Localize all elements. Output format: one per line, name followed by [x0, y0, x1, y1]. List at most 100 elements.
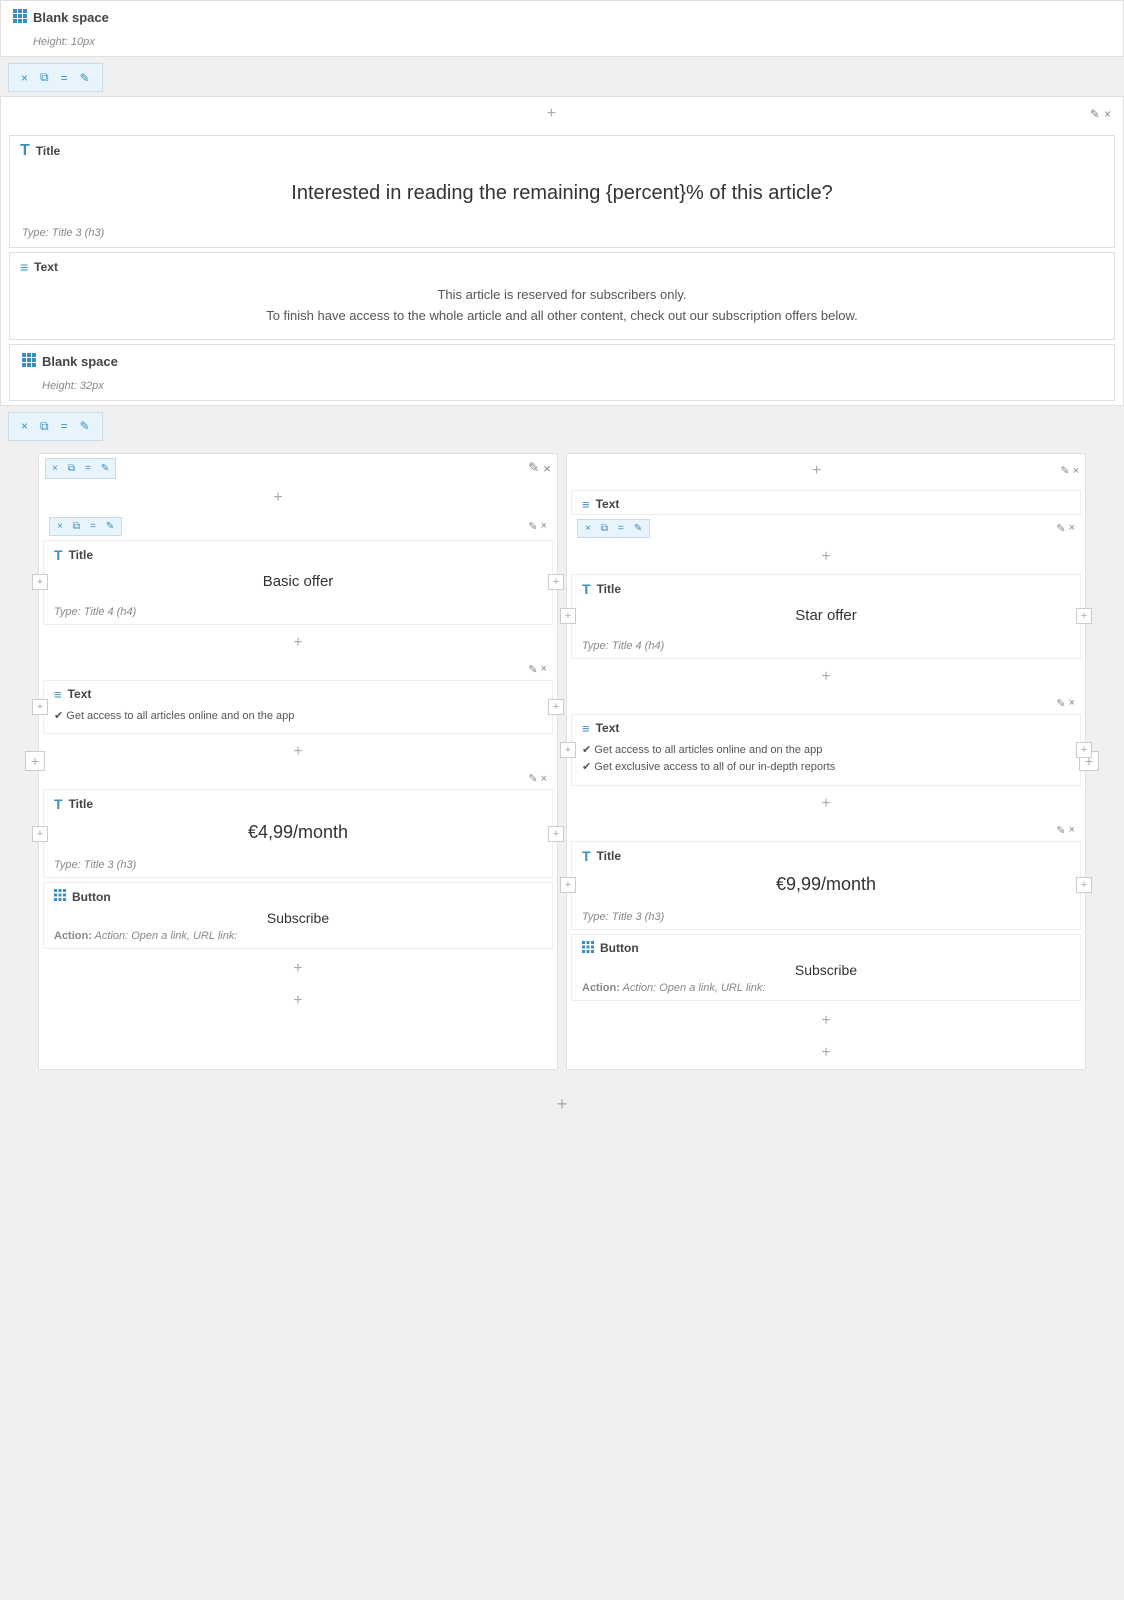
left-text-block: + + ≡ Text ✔ Get access to all articles … — [43, 680, 553, 735]
price-del-btn-left[interactable]: × — [541, 772, 547, 785]
add-bottom-2-left[interactable]: + — [293, 988, 302, 1014]
side-add-right-title[interactable]: + — [548, 574, 564, 590]
add-after-title-right[interactable]: + — [821, 664, 830, 690]
move-button-2[interactable]: = — [57, 417, 72, 436]
right-col-del-btn[interactable]: × — [1073, 464, 1079, 477]
move-button-1[interactable]: = — [57, 68, 72, 87]
add-right-inner[interactable]: + — [821, 544, 830, 570]
title-block-content: Interested in reading the remaining {per… — [50, 182, 1074, 205]
inner-copy-left[interactable]: ⧉ — [69, 519, 84, 534]
right-text-edit-btn[interactable]: ✎ — [1056, 697, 1065, 710]
left-price-type: Type: Title 3 (h3) — [44, 859, 552, 877]
edit-button-2[interactable]: ✎ — [76, 417, 94, 436]
add-after-title-left[interactable]: + — [293, 630, 302, 656]
blank-space-height-bottom: Height: 32px — [10, 378, 1114, 400]
right-column: + + ✎ × ≡ Text × ⧉ — [566, 453, 1086, 1070]
left-text-content: ✔ Get access to all articles online and … — [54, 708, 542, 726]
two-col-section: + × ⧉ = ✎ ✎ × + — [0, 445, 1124, 1078]
x-button-2[interactable]: × — [17, 417, 32, 436]
right-button-block: Button Subscribe Action: Action: Open a … — [571, 934, 1081, 1001]
right-inner-edit[interactable]: ✎ — [630, 521, 646, 536]
inner-edit-left[interactable]: ✎ — [102, 519, 118, 534]
text-block-line2: To finish have access to the whole artic… — [50, 306, 1074, 327]
right-price-type: Type: Title 3 (h3) — [572, 911, 1080, 929]
side-add-left-btn[interactable]: + — [25, 751, 45, 771]
add-bottom-2-right[interactable]: + — [821, 1040, 830, 1066]
edit-button-1[interactable]: ✎ — [76, 68, 94, 87]
left-title-type: Type: Title 4 (h4) — [44, 606, 552, 624]
side-add-right-text[interactable]: + — [548, 699, 564, 715]
side-add-right-right-title[interactable]: + — [1076, 608, 1092, 624]
right-price-del-btn[interactable]: × — [1069, 824, 1075, 837]
add-plus-right-top[interactable]: + — [812, 458, 821, 484]
left-btn-block-label: Button — [72, 890, 111, 904]
col-del-icon-left[interactable]: × — [543, 460, 551, 476]
x-button-1[interactable]: × — [17, 68, 32, 87]
text-block-main: ≡ Text This article is reserved for subs… — [9, 252, 1115, 340]
side-add-left-price[interactable]: + — [32, 826, 48, 842]
add-bottom-1-right[interactable]: + — [821, 1008, 830, 1034]
right-price-T: T — [582, 848, 591, 864]
right-inner-edit-btn[interactable]: ✎ — [1056, 522, 1065, 535]
right-action-label: Action: Action: Open a link, URL link: — [572, 982, 1080, 1000]
col-edit-icon-left[interactable]: ✎ — [528, 460, 539, 476]
bottom-add-row: + — [0, 1078, 1124, 1131]
copy-button-1[interactable]: ⧉ — [36, 68, 53, 87]
side-add-right-right-text[interactable]: + — [1076, 742, 1092, 758]
inner-x-left[interactable]: × — [53, 519, 67, 534]
blank-space-height-top: Height: 10px — [1, 34, 1123, 56]
title-T-icon: T — [20, 142, 30, 160]
add-plus-top[interactable]: + — [547, 101, 556, 127]
right-inner-move[interactable]: = — [614, 521, 628, 536]
blank-space-block-top: Blank space Height: 10px — [0, 0, 1124, 57]
col-copy-btn-left[interactable]: ⧉ — [64, 461, 79, 476]
text-edit-btn-left[interactable]: ✎ — [528, 663, 537, 676]
right-col-edit-btn[interactable]: ✎ — [1060, 464, 1069, 477]
right-price-label: Title — [597, 849, 621, 863]
left-price-block: + + T Title €4,99/month Type: Title 3 (h… — [43, 789, 553, 878]
left-btn-grid-icon — [54, 889, 66, 904]
side-add-right-right-price[interactable]: + — [1076, 877, 1092, 893]
add-after-text-left[interactable]: + — [293, 739, 302, 765]
add-bottom-1-left[interactable]: + — [293, 956, 302, 982]
right-btn-block-label: Button — [600, 941, 639, 955]
left-price-label: Title — [69, 797, 93, 811]
right-text-block-top: ≡ Text — [571, 490, 1081, 515]
text-del-btn-left[interactable]: × — [541, 663, 547, 676]
right-inner-del-btn[interactable]: × — [1069, 522, 1075, 535]
right-title-block: + + T Title Star offer Type: Title 4 (h4… — [571, 574, 1081, 659]
side-add-left-title[interactable]: + — [32, 574, 48, 590]
bottom-add-btn[interactable]: + — [557, 1090, 568, 1119]
right-inner-copy[interactable]: ⧉ — [597, 521, 612, 536]
left-action-label: Action: Action: Open a link, URL link: — [44, 930, 552, 948]
col-edit-btn-left[interactable]: ✎ — [97, 461, 113, 476]
col-x-btn-left[interactable]: × — [48, 461, 62, 476]
right-btn-grid-icon — [582, 941, 594, 956]
inner-edit-btn-left[interactable]: ✎ — [528, 520, 537, 533]
copy-button-2[interactable]: ⧉ — [36, 417, 53, 436]
side-add-right-price[interactable]: + — [548, 826, 564, 842]
inner-del-btn-left[interactable]: × — [541, 520, 547, 533]
col-move-btn-left[interactable]: = — [81, 461, 95, 476]
side-add-left-right-title[interactable]: + — [560, 608, 576, 624]
side-add-left-right-price[interactable]: + — [560, 877, 576, 893]
right-inner-x[interactable]: × — [581, 521, 595, 536]
price-edit-btn-left[interactable]: ✎ — [528, 772, 537, 785]
right-price-edit-btn[interactable]: ✎ — [1056, 824, 1065, 837]
right-subscribe-btn: Subscribe — [572, 958, 1080, 982]
right-text-label-top: Text — [596, 497, 620, 511]
right-price-block: + + T Title €9,99/month Type: Title 3 (h… — [571, 841, 1081, 930]
right-text-block: + + ≡ Text ✔ Get access to all articles … — [571, 714, 1081, 786]
right-price-content: €9,99/month — [582, 874, 1070, 895]
delete-section-btn[interactable]: × — [1104, 107, 1111, 121]
add-after-text-right[interactable]: + — [821, 791, 830, 817]
inner-move-left[interactable]: = — [86, 519, 100, 534]
left-price-content: €4,99/month — [54, 822, 542, 843]
side-add-left-text[interactable]: + — [32, 699, 48, 715]
add-plus-col-left-top[interactable]: + — [273, 485, 282, 511]
section-block-main: + ✎ × T Title Interested in reading the … — [0, 96, 1124, 406]
left-price-T: T — [54, 796, 63, 812]
right-text-del-btn[interactable]: × — [1069, 697, 1075, 710]
edit-section-btn[interactable]: ✎ — [1090, 107, 1100, 121]
side-add-left-right-text[interactable]: + — [560, 742, 576, 758]
